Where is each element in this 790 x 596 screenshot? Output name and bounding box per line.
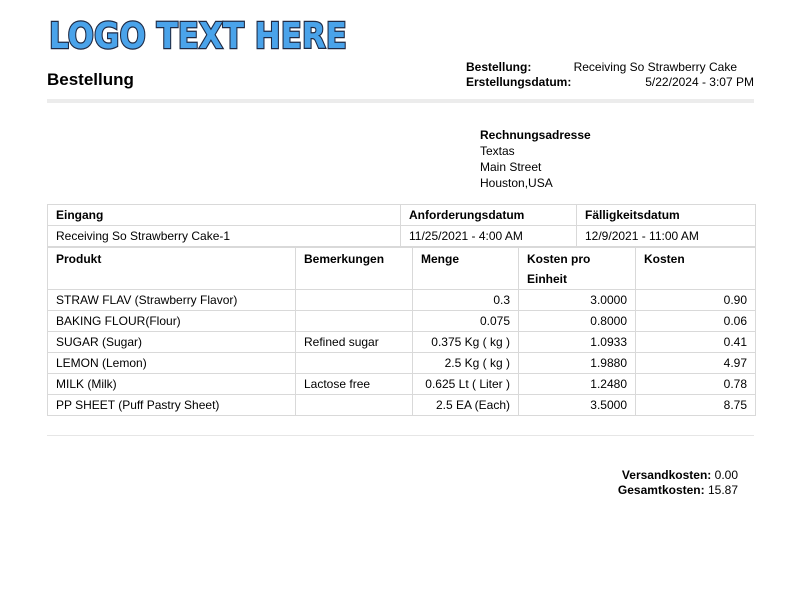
header-quantity: Menge [412, 247, 519, 290]
cell-quantity: 2.5 EA (Each) [412, 394, 519, 416]
cell-product: BAKING FLOUR(Flour) [47, 310, 296, 332]
cell-product: MILK (Milk) [47, 373, 296, 395]
cell-remarks: Lactose free [295, 373, 413, 395]
svg-text:LOGO TEXT HERE: LOGO TEXT HERE [49, 16, 347, 56]
cell-unit-cost: 1.0933 [518, 331, 636, 353]
cell-remarks [295, 310, 413, 332]
cell-remarks [295, 394, 413, 416]
cell-unit-cost: 1.2480 [518, 373, 636, 395]
cell-cost: 0.90 [635, 289, 756, 311]
receiving-table: Eingang Anforderungsdatum Fälligkeitsdat… [47, 204, 756, 247]
order-meta: Bestellung: Receiving So Strawberry Cake… [466, 60, 754, 90]
billing-line: Main Street [480, 160, 542, 174]
cell-cost: 0.06 [635, 310, 756, 332]
table-row: MILK (Milk) Lactose free 0.625 Lt ( Liter … [47, 373, 756, 395]
header-due-date: Fälligkeitsdatum [576, 204, 756, 226]
cell-product: STRAW FLAV (Strawberry Flavor) [47, 289, 296, 311]
header-receiving: Eingang [47, 204, 401, 226]
due-date: 12/9/2021 - 11:00 AM [576, 225, 756, 247]
totals: Versandkosten: 0.00 Gesamtkosten: 15.87 [560, 468, 738, 498]
cell-product: LEMON (Lemon) [47, 352, 296, 374]
cell-quantity: 0.625 Lt ( Liter ) [412, 373, 519, 395]
cell-quantity: 0.075 [412, 310, 519, 332]
items-table: Produkt Bemerkungen Menge Kosten pro Ein… [47, 247, 756, 416]
table-row: SUGAR (Sugar) Refined sugar 0.375 Kg ( kg … [47, 331, 756, 353]
cell-remarks [295, 289, 413, 311]
cell-unit-cost: 3.5000 [518, 394, 636, 416]
cell-cost: 4.97 [635, 352, 756, 374]
header-product: Produkt [47, 247, 296, 290]
cell-cost: 0.78 [635, 373, 756, 395]
billing-address: Rechnungsadresse Textas Main Street Hous… [480, 127, 591, 191]
billing-line: Textas [480, 144, 515, 158]
total-label: Gesamtkosten: [617, 483, 705, 497]
cell-product: PP SHEET (Puff Pastry Sheet) [47, 394, 296, 416]
page-title: Bestellung [47, 70, 134, 89]
order-value: Receiving So Strawberry Cake [573, 60, 737, 74]
table-row: LEMON (Lemon) 2.5 Kg ( kg ) 1.9880 4.97 [47, 352, 756, 374]
shipping-value: 0.00 [714, 468, 738, 482]
shipping-label: Versandkosten: [621, 468, 712, 482]
created-value: 5/22/2024 - 3:07 PM [645, 75, 754, 89]
table-row: BAKING FLOUR(Flour) 0.075 0.8000 0.06 [47, 310, 756, 332]
cell-remarks: Refined sugar [295, 331, 413, 353]
billing-line: Houston,USA [480, 176, 553, 190]
cell-quantity: 2.5 Kg ( kg ) [412, 352, 519, 374]
cell-unit-cost: 1.9880 [518, 352, 636, 374]
cell-quantity: 0.3 [412, 289, 519, 311]
cell-unit-cost: 0.8000 [518, 310, 636, 332]
request-date: 11/25/2021 - 4:00 AM [400, 225, 577, 247]
header-remarks: Bemerkungen [295, 247, 413, 290]
header-request-date: Anforderungsdatum [400, 204, 577, 226]
cell-product: SUGAR (Sugar) [47, 331, 296, 353]
cell-quantity: 0.375 Kg ( kg ) [412, 331, 519, 353]
header-unit-cost: Kosten pro Einheit [518, 247, 636, 290]
total-value: 15.87 [707, 483, 738, 497]
company-logo: LOGO TEXT HERE [47, 12, 352, 56]
cell-cost: 0.41 [635, 331, 756, 353]
created-label: Erstellungsdatum: [466, 75, 572, 89]
header-cost: Kosten [635, 247, 756, 290]
order-label: Bestellung: [466, 60, 532, 74]
header-divider [47, 99, 754, 103]
table-row: PP SHEET (Puff Pastry Sheet) 2.5 EA (Each… [47, 394, 756, 416]
table-row: STRAW FLAV (Strawberry Flavor) 0.3 3.0000 0… [47, 289, 756, 311]
cell-unit-cost: 3.0000 [518, 289, 636, 311]
footer-divider [47, 435, 754, 436]
receiving-name: Receiving So Strawberry Cake-1 [47, 225, 401, 247]
cell-remarks [295, 352, 413, 374]
cell-cost: 8.75 [635, 394, 756, 416]
billing-heading: Rechnungsadresse [480, 128, 591, 142]
